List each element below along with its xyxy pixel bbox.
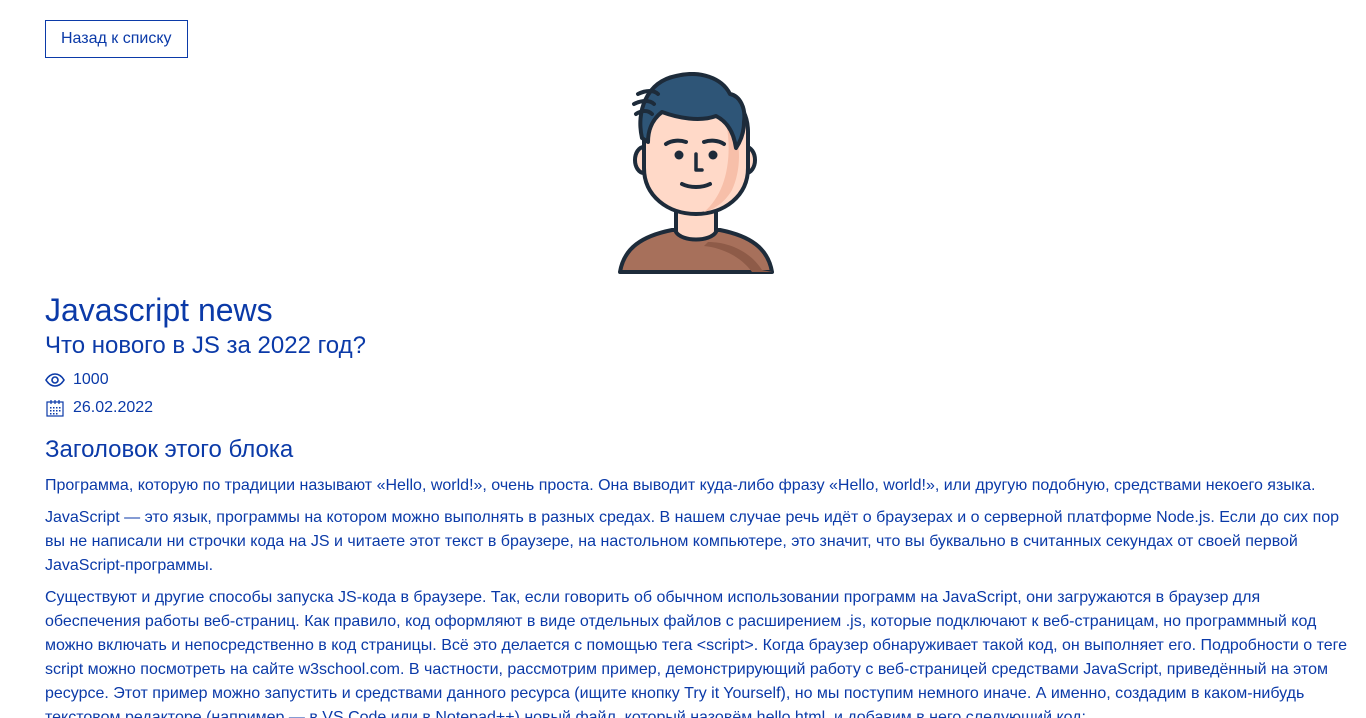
views-count: 1000 — [73, 371, 109, 388]
page-subtitle: Что нового в JS за 2022 год? — [45, 332, 366, 359]
publish-date: 26.02.2022 — [73, 399, 154, 416]
article-content: Javascript news Что нового в JS за 2022 … — [45, 290, 1350, 718]
article-page: Назад к списку Javascript news Что новог… — [0, 0, 1366, 718]
author-avatar — [612, 72, 780, 274]
views-row: 1000 — [45, 366, 1350, 394]
paragraph: Существуют и другие способы запуска JS-к… — [45, 589, 1348, 718]
paragraph: JavaScript — это язык, программы на кото… — [45, 509, 1340, 574]
date-row: 26.02.2022 — [45, 394, 1350, 422]
page-title: Javascript news — [45, 292, 273, 328]
back-to-list-button[interactable]: Назад к списку — [45, 20, 188, 58]
eye-icon — [45, 370, 65, 390]
user-avatar-illustration — [618, 72, 774, 274]
block-title: Заголовок этого блока — [45, 436, 294, 463]
calendar-icon — [45, 398, 65, 418]
paragraph: Программа, которую по традиции называют … — [45, 477, 1316, 494]
